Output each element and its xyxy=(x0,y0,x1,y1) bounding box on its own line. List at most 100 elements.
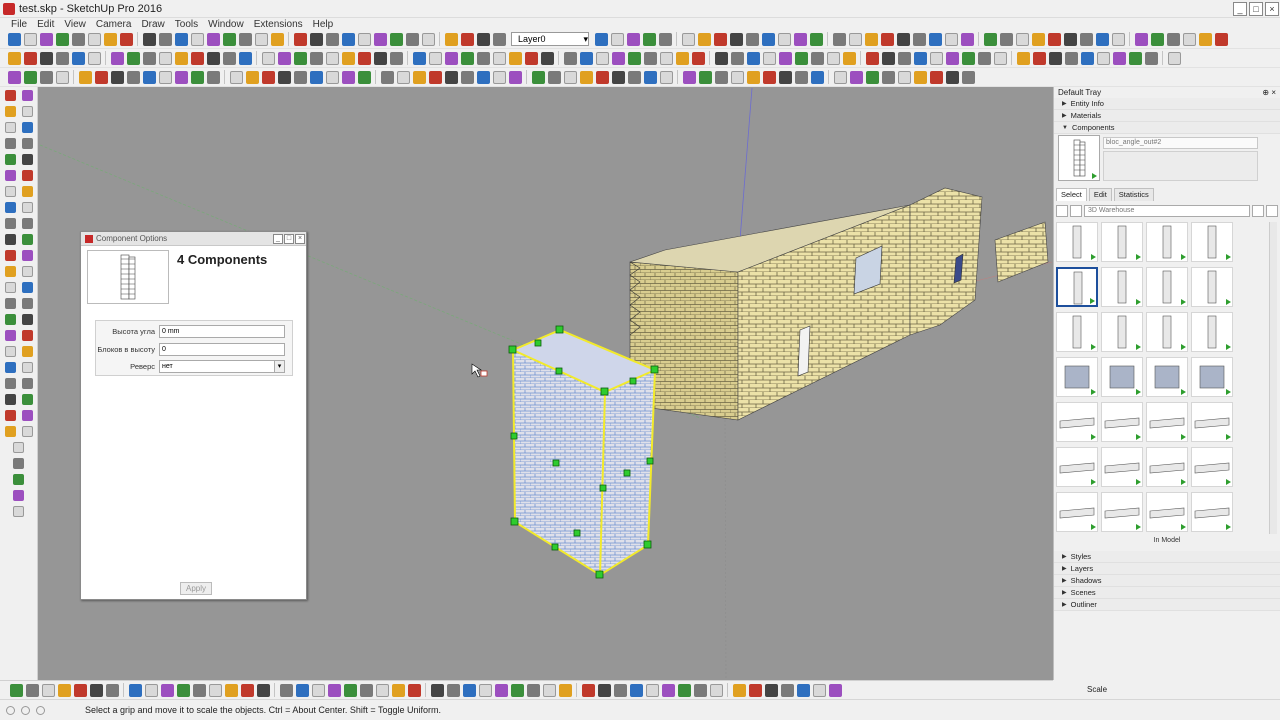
toolbar-tool-icon[interactable] xyxy=(881,51,895,65)
toolbar-tool-icon[interactable] xyxy=(240,683,254,697)
toolbar-tool-icon[interactable] xyxy=(929,51,943,65)
drawing-tool-icon[interactable] xyxy=(4,153,16,165)
toolbar-tool-icon[interactable] xyxy=(71,51,85,65)
menu-draw[interactable]: Draw xyxy=(136,19,169,30)
component-name-field[interactable]: bloc_angle_out#2 xyxy=(1103,137,1258,149)
toolbar-tool-icon[interactable] xyxy=(7,51,21,65)
toolbar-tool-icon[interactable] xyxy=(999,32,1013,46)
drawing-tool-icon[interactable] xyxy=(4,217,16,229)
drawing-tool-icon[interactable] xyxy=(4,265,16,277)
toolbar-tool-icon[interactable] xyxy=(880,32,894,46)
toolbar-tool-icon[interactable] xyxy=(446,683,460,697)
component-thumbnail-item[interactable] xyxy=(1101,357,1143,397)
chevron-down-icon[interactable]: ▾ xyxy=(274,360,284,372)
section-entity-info[interactable]: ▶ Entity Info xyxy=(1054,98,1280,110)
toolbar-tool-icon[interactable] xyxy=(309,32,323,46)
component-thumbnail-item[interactable] xyxy=(1101,402,1143,442)
toolbar-tool-icon[interactable] xyxy=(23,70,37,84)
toolbar-tool-icon[interactable] xyxy=(407,683,421,697)
toolbar-tool-icon[interactable] xyxy=(293,70,307,84)
toolbar-tool-icon[interactable] xyxy=(1048,51,1062,65)
toolbar-tool-icon[interactable] xyxy=(597,683,611,697)
drawing-tool-icon[interactable] xyxy=(4,233,16,245)
toolbar-tool-icon[interactable] xyxy=(261,51,275,65)
menu-tools[interactable]: Tools xyxy=(170,19,203,30)
toolbar-tool-icon[interactable] xyxy=(714,70,728,84)
toolbar-tool-icon[interactable] xyxy=(993,51,1007,65)
toolbar-tool-icon[interactable] xyxy=(1032,51,1046,65)
toolbar-tool-icon[interactable] xyxy=(224,683,238,697)
toolbar-tool-icon[interactable] xyxy=(732,683,746,697)
toolbar-tool-icon[interactable] xyxy=(526,683,540,697)
toolbar-tool-icon[interactable] xyxy=(579,51,593,65)
toolbar-tool-icon[interactable] xyxy=(389,51,403,65)
toolbar-tool-icon[interactable] xyxy=(594,32,608,46)
section-styles[interactable]: ▶ Styles xyxy=(1054,551,1280,563)
toolbar-tool-icon[interactable] xyxy=(391,683,405,697)
component-thumbnail-item[interactable] xyxy=(1146,492,1188,532)
component-thumbnail-item[interactable] xyxy=(1101,447,1143,487)
toolbar-tool-icon[interactable] xyxy=(1167,51,1181,65)
component-thumbnail-item[interactable] xyxy=(1146,357,1188,397)
toolbar-tool-icon[interactable] xyxy=(261,70,275,84)
menu-camera[interactable]: Camera xyxy=(91,19,137,30)
toolbar-tool-icon[interactable] xyxy=(627,70,641,84)
toolbar-tool-icon[interactable] xyxy=(341,32,355,46)
toolbar-tool-icon[interactable] xyxy=(222,51,236,65)
toolbar-tool-icon[interactable] xyxy=(277,51,291,65)
drawing-tool-icon[interactable] xyxy=(4,313,16,325)
menu-file[interactable]: File xyxy=(6,19,32,30)
toolbar-tool-icon[interactable] xyxy=(174,70,188,84)
minimize-button[interactable]: _ xyxy=(1233,1,1247,16)
toolbar-tool-icon[interactable] xyxy=(1047,32,1061,46)
toolbar-tool-icon[interactable] xyxy=(913,51,927,65)
tray-pin-close-icons[interactable]: ⊕ × xyxy=(1262,88,1276,98)
toolbar-tool-icon[interactable] xyxy=(478,683,492,697)
toolbar-tool-icon[interactable] xyxy=(309,51,323,65)
component-thumbnail-item[interactable] xyxy=(1056,312,1098,352)
toolbar-tool-icon[interactable] xyxy=(126,70,140,84)
toolbar-tool-icon[interactable] xyxy=(746,70,760,84)
toolbar-tool-icon[interactable] xyxy=(833,70,847,84)
toolbar-tool-icon[interactable] xyxy=(229,70,243,84)
toolbar-tool-icon[interactable] xyxy=(206,51,220,65)
toolbar-tool-icon[interactable] xyxy=(611,51,625,65)
toolbar-tool-icon[interactable] xyxy=(174,32,188,46)
toolbar-tool-icon[interactable] xyxy=(375,683,389,697)
toolbar-tool-icon[interactable] xyxy=(864,32,878,46)
drawing-tool-icon[interactable] xyxy=(4,201,16,213)
toolbar-tool-icon[interactable] xyxy=(897,70,911,84)
toolbar-tool-icon[interactable] xyxy=(563,51,577,65)
toolbar-tool-icon[interactable] xyxy=(78,70,92,84)
component-description-field[interactable] xyxy=(1103,151,1258,181)
toolbar-tool-icon[interactable] xyxy=(961,51,975,65)
component-thumbnail-item[interactable] xyxy=(1101,312,1143,352)
toolbar-tool-icon[interactable] xyxy=(642,32,656,46)
drawing-tool-icon[interactable] xyxy=(21,169,33,181)
component-thumbnail-item[interactable] xyxy=(1101,267,1143,307)
toolbar-tool-icon[interactable] xyxy=(190,70,204,84)
toolbar-tool-icon[interactable] xyxy=(460,51,474,65)
reverse-select[interactable]: нет ▾ xyxy=(159,359,285,373)
toolbar-tool-icon[interactable] xyxy=(380,70,394,84)
drawing-tool-icon[interactable] xyxy=(21,281,33,293)
toolbar-tool-icon[interactable] xyxy=(389,32,403,46)
toolbar-tool-icon[interactable] xyxy=(428,70,442,84)
toolbar-tool-icon[interactable] xyxy=(492,32,506,46)
component-thumbnail-item[interactable] xyxy=(1056,447,1098,487)
help-icon[interactable] xyxy=(36,705,45,715)
toolbar-tool-icon[interactable] xyxy=(494,683,508,697)
drawing-tool-icon[interactable] xyxy=(4,409,16,421)
toolbar-tool-icon[interactable] xyxy=(325,32,339,46)
toolbar-tool-icon[interactable] xyxy=(256,683,270,697)
toolbar-tool-icon[interactable] xyxy=(412,51,426,65)
drawing-tool-icon[interactable] xyxy=(21,89,33,101)
toolbar-tool-icon[interactable] xyxy=(610,32,624,46)
toolbar-tool-icon[interactable] xyxy=(245,70,259,84)
component-thumbnail-item[interactable] xyxy=(1101,492,1143,532)
drawing-tool-icon[interactable] xyxy=(21,361,33,373)
drawing-tool-icon[interactable] xyxy=(13,473,24,485)
drawing-tool-icon[interactable] xyxy=(4,297,16,309)
component-thumbnail-item[interactable] xyxy=(1056,492,1098,532)
drawing-tool-icon[interactable] xyxy=(21,105,33,117)
